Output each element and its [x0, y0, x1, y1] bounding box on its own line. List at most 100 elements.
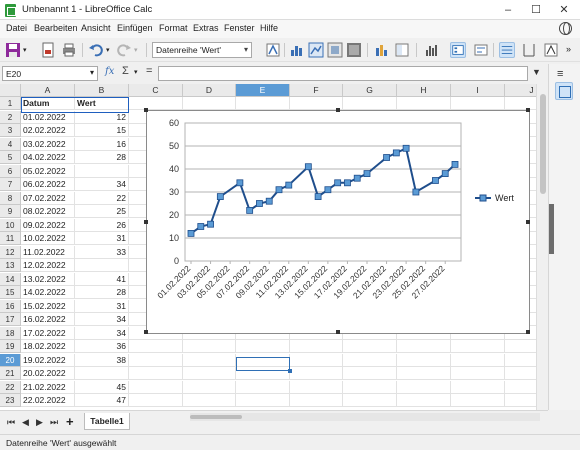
row-header[interactable]: 13 — [0, 259, 21, 272]
cell-a5[interactable]: 04.02.2022 — [21, 151, 75, 164]
chart-resize-handle[interactable] — [526, 220, 530, 224]
cell[interactable] — [505, 381, 536, 394]
sidebar-toggle-handle[interactable] — [549, 204, 554, 254]
row-header[interactable]: 11 — [0, 232, 21, 245]
row-header[interactable]: 2 — [0, 110, 21, 124]
row-header[interactable]: 14 — [0, 272, 21, 286]
column-header-c[interactable]: C — [129, 84, 183, 97]
cell[interactable] — [290, 353, 343, 367]
sum-dropdown-icon[interactable]: ▾ — [134, 68, 138, 76]
cell[interactable] — [397, 340, 451, 353]
row-header[interactable]: 8 — [0, 191, 21, 205]
redo-icon[interactable] — [116, 42, 132, 58]
cell-a10[interactable]: 09.02.2022 — [21, 218, 75, 232]
save-icon[interactable] — [5, 42, 21, 58]
cell[interactable] — [129, 394, 183, 407]
previous-sheet-icon[interactable]: ◀ — [22, 417, 29, 428]
row-header[interactable]: 6 — [0, 164, 21, 178]
legend-options-icon[interactable] — [473, 42, 489, 58]
cell-b21[interactable] — [75, 367, 129, 380]
menu-fenster[interactable]: Fenster — [224, 23, 255, 33]
cell[interactable] — [505, 354, 536, 367]
formula-icon[interactable]: = — [146, 65, 152, 77]
cell[interactable] — [236, 394, 290, 407]
cell-b13[interactable] — [75, 259, 129, 272]
cell-b4[interactable]: 16 — [75, 137, 129, 151]
cell[interactable] — [183, 353, 236, 367]
row-header[interactable]: 19 — [0, 340, 21, 353]
cell[interactable] — [397, 353, 451, 367]
cell-b20[interactable]: 38 — [75, 353, 129, 367]
toolbar-overflow-icon[interactable]: » — [566, 44, 571, 54]
legend-on-off-icon[interactable] — [450, 42, 466, 58]
cell[interactable] — [451, 353, 505, 367]
cell-b12[interactable]: 33 — [75, 245, 129, 259]
cell-a11[interactable]: 10.02.2022 — [21, 232, 75, 245]
cell-a2[interactable]: 01.02.2022 — [21, 110, 75, 124]
vertical-grids-icon[interactable] — [521, 42, 537, 58]
spreadsheet-grid[interactable]: A B C D E F G H I J 1 Datum Wert 2 01.02.2022 12 3 02.02.… — [0, 84, 536, 410]
cell[interactable] — [343, 367, 397, 380]
cell[interactable] — [129, 340, 183, 353]
tab-tabelle1[interactable]: Tabelle1 — [84, 413, 130, 430]
column-header-b[interactable]: B — [75, 84, 129, 97]
chart-resize-handle[interactable] — [526, 330, 530, 334]
cell-b14[interactable]: 41 — [75, 272, 129, 286]
cell[interactable] — [451, 394, 505, 407]
cell[interactable] — [236, 340, 290, 353]
cell[interactable] — [183, 380, 236, 394]
cell-b7[interactable]: 34 — [75, 178, 129, 191]
cell-a6[interactable]: 05.02.2022 — [21, 164, 75, 178]
chart-element-select[interactable]: Datenreihe 'Wert' ▾ — [152, 42, 252, 58]
bar-chart-icon[interactable] — [424, 42, 440, 58]
cell[interactable] — [505, 97, 536, 110]
add-sheet-button[interactable]: + — [66, 414, 74, 429]
cell-b16[interactable]: 31 — [75, 299, 129, 313]
menu-format[interactable]: Format — [159, 23, 188, 33]
row-header[interactable]: 4 — [0, 137, 21, 151]
close-button[interactable]: ✕ — [550, 0, 578, 20]
cell[interactable] — [451, 367, 505, 380]
expand-formula-icon[interactable]: ▼ — [532, 67, 541, 77]
selected-cell-cursor[interactable] — [236, 357, 292, 373]
menu-ansicht[interactable]: Ansicht — [81, 23, 111, 33]
cell-b10[interactable]: 26 — [75, 218, 129, 232]
format-selection-icon[interactable] — [265, 42, 281, 58]
cell[interactable] — [451, 97, 505, 110]
row-header[interactable]: 15 — [0, 286, 21, 299]
cell-b2[interactable]: 12 — [75, 110, 129, 124]
sidebar-menu-icon[interactable]: ≡ — [557, 68, 563, 80]
cell[interactable] — [290, 340, 343, 353]
cell-a17[interactable]: 16.02.2022 — [21, 313, 75, 326]
column-header-a[interactable]: A — [21, 84, 75, 97]
last-sheet-icon[interactable]: ⏭ — [50, 417, 58, 428]
cell-b5[interactable]: 28 — [75, 151, 129, 164]
row-header[interactable]: 9 — [0, 205, 21, 218]
cell[interactable] — [343, 97, 397, 110]
menu-bearbeiten[interactable]: Bearbeiten — [34, 23, 78, 33]
cell-a20[interactable]: 19.02.2022 — [21, 353, 75, 367]
cell[interactable] — [343, 380, 397, 394]
chart-area-icon[interactable] — [327, 42, 343, 58]
cell[interactable] — [505, 367, 536, 380]
column-header-h[interactable]: H — [397, 84, 451, 97]
cell-a4[interactable]: 03.02.2022 — [21, 137, 75, 151]
horizontal-scrollbar[interactable] — [190, 413, 540, 421]
next-sheet-icon[interactable]: ▶ — [36, 417, 43, 428]
line-chart[interactable]: 010203040506001.02.202203.02.202205.02.2… — [147, 111, 531, 335]
row-header[interactable]: 23 — [0, 394, 21, 407]
first-sheet-icon[interactable]: ⏮ — [7, 417, 15, 428]
cell[interactable] — [397, 380, 451, 394]
3d-view-icon[interactable] — [374, 42, 390, 58]
cell[interactable] — [505, 340, 536, 353]
cell-a1[interactable]: Datum — [21, 97, 75, 110]
cell[interactable] — [129, 380, 183, 394]
column-header-i[interactable]: I — [451, 84, 505, 97]
cell[interactable] — [290, 367, 343, 380]
cell-b11[interactable]: 31 — [75, 232, 129, 245]
cell[interactable] — [397, 394, 451, 407]
formula-input[interactable] — [158, 66, 528, 81]
chart-resize-handle[interactable] — [526, 108, 530, 112]
cell-b17[interactable]: 34 — [75, 313, 129, 326]
cell[interactable] — [183, 97, 236, 110]
